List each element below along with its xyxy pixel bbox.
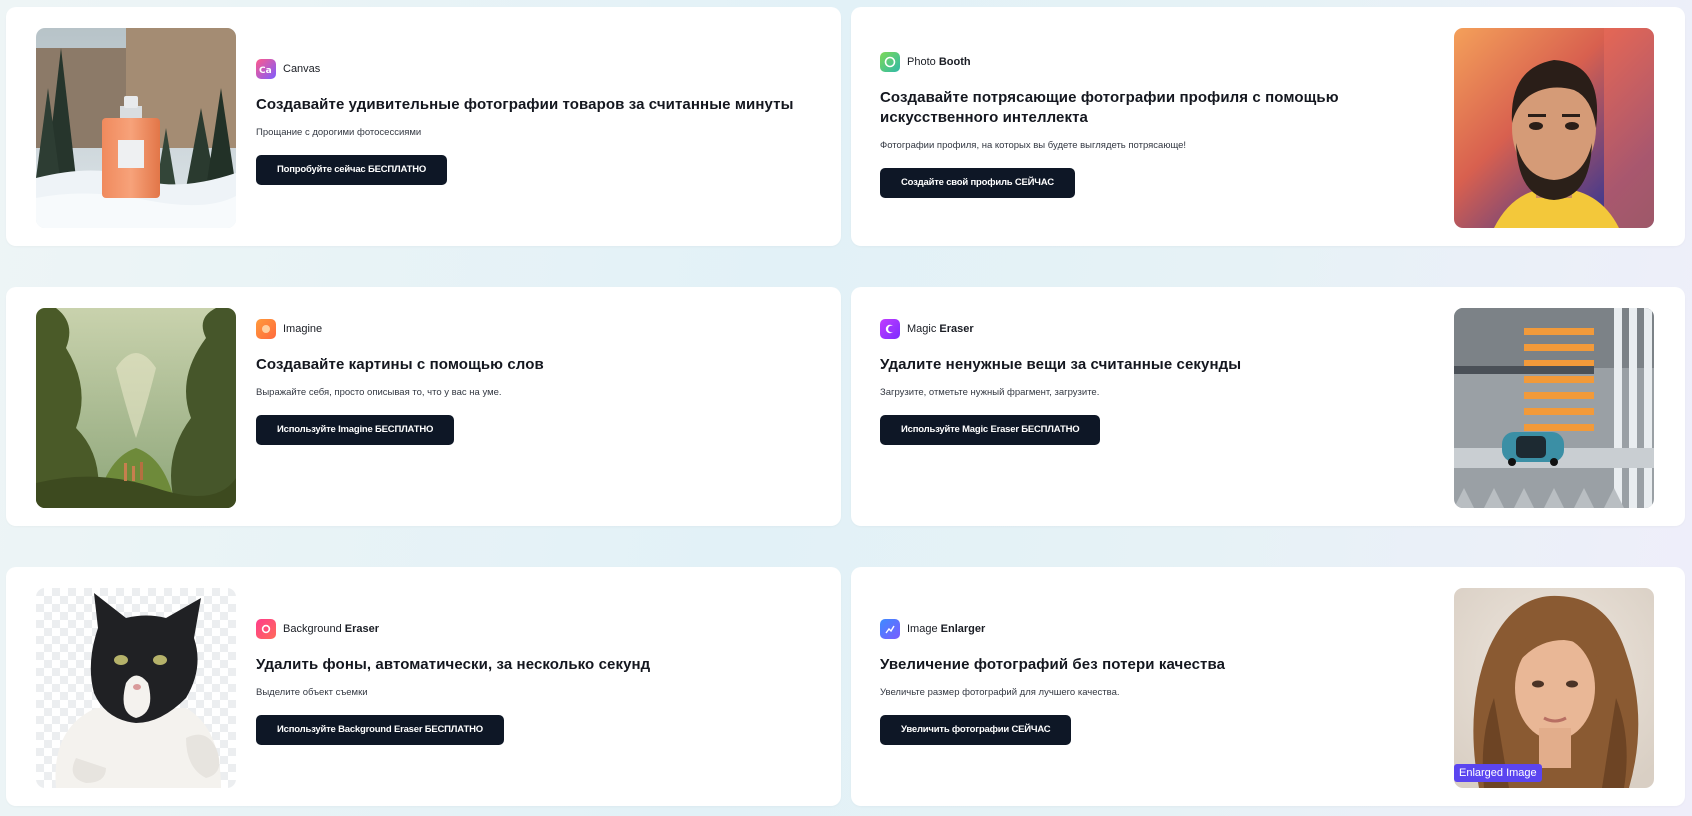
imagine-logo-icon [256, 319, 276, 339]
card-subtitle: Загрузите, отметьте нужный фрагмент, заг… [880, 387, 1100, 398]
brand-image-enlarger: Image Enlarger [880, 619, 1380, 639]
use-imagine-button[interactable]: Используйте Imagine БЕСПЛАТНО [256, 415, 455, 445]
use-background-eraser-button[interactable]: Используйте Background Eraser БЕСПЛАТНО [256, 715, 504, 745]
woman-portrait-image: Enlarged Image [1454, 588, 1654, 788]
card-magic-eraser: Magic Eraser Удалите ненужные вещи за сч… [851, 287, 1685, 526]
try-canvas-button[interactable]: Попробуйте сейчас БЕСПЛАТНО [256, 155, 448, 185]
card-subtitle: Прощание с дорогими фотосессиями [256, 127, 422, 138]
brand-name: Canvas [283, 63, 321, 75]
use-magic-eraser-button[interactable]: Используйте Magic Eraser БЕСПЛАТНО [880, 415, 1101, 445]
canvas-logo-icon: Ca [256, 59, 276, 79]
card-title: Создавайте удивительные фотографии товар… [256, 96, 794, 113]
card-subtitle: Выделите объект съемки [256, 687, 368, 698]
brand-name: Imagine [283, 323, 323, 335]
card-title: Увеличение фотографий без потери качеств… [880, 656, 1226, 673]
photo-booth-logo-icon [880, 52, 900, 72]
card-canvas: Ca Canvas Создавайте удивительные фотогр… [6, 7, 841, 246]
brand-photo-booth: Photo Booth [880, 52, 1380, 72]
brand-name: Background Eraser [283, 623, 380, 635]
car-crosswalk-image [1454, 308, 1654, 508]
image-enlarger-logo-icon [880, 619, 900, 639]
magic-eraser-logo-icon [880, 319, 900, 339]
card-subtitle: Выражайте себя, просто описывая то, что … [256, 387, 502, 398]
brand-name: Image Enlarger [907, 623, 986, 635]
card-photo-booth: Photo Booth Создавайте потрясающие фотог… [851, 7, 1685, 246]
enlarged-image-badge: Enlarged Image [1454, 764, 1542, 782]
brand-magic-eraser: Magic Eraser [880, 319, 1380, 339]
brand-name: Magic Eraser [907, 323, 974, 335]
card-title: Создавайте потрясающие фотографии профил… [880, 89, 1339, 126]
brand-canvas: Ca Canvas [256, 59, 816, 79]
perfume-product-image [36, 28, 236, 228]
enlarge-photos-button[interactable]: Увеличить фотографии СЕЙЧАС [880, 715, 1072, 745]
fantasy-valley-image [36, 308, 236, 508]
brand-imagine: Imagine [256, 319, 816, 339]
cat-cutout-image [36, 588, 236, 788]
create-profile-button[interactable]: Создайте свой профиль СЕЙЧАС [880, 168, 1075, 198]
card-subtitle: Увеличьте размер фотографий для лучшего … [880, 687, 1120, 698]
card-background-eraser: Background Eraser Удалить фоны, автомати… [6, 567, 841, 806]
card-imagine: Imagine Создавайте картины с помощью сло… [6, 287, 841, 526]
svg-text:Ca: Ca [259, 66, 272, 74]
brand-name: Photo Booth [907, 56, 971, 68]
card-title: Удалить фоны, автоматически, за нескольк… [256, 656, 651, 673]
card-title: Удалите ненужные вещи за считанные секун… [880, 356, 1242, 373]
background-eraser-logo-icon [256, 619, 276, 639]
brand-background-eraser: Background Eraser [256, 619, 816, 639]
card-title: Создавайте картины с помощью слов [256, 356, 544, 373]
card-image-enlarger: Image Enlarger Увеличение фотографий без… [851, 567, 1685, 806]
man-portrait-image [1454, 28, 1654, 228]
card-subtitle: Фотографии профиля, на которых вы будете… [880, 140, 1187, 151]
